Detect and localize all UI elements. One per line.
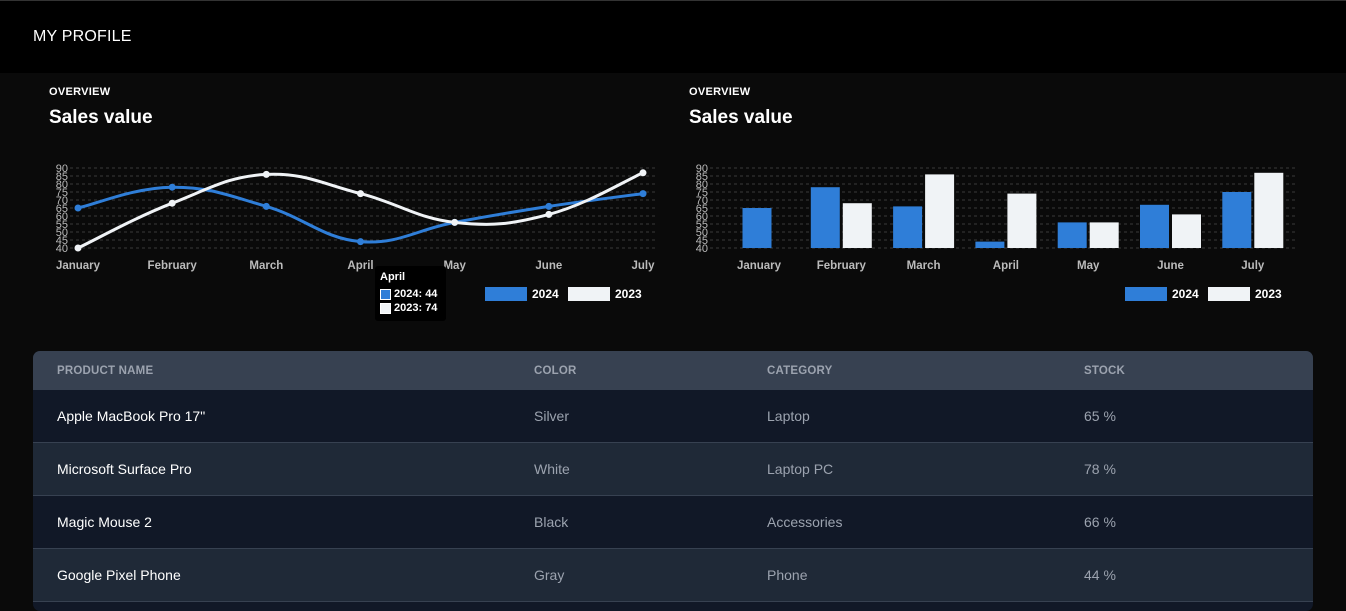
x-tick-label: May bbox=[1077, 260, 1100, 272]
bar-2024 bbox=[1057, 222, 1087, 248]
tooltip-value-2024: 2024: 44 bbox=[394, 288, 438, 300]
legend-label-2024: 2024 bbox=[532, 287, 559, 301]
x-tick-label: May bbox=[443, 260, 466, 272]
bar-2024 bbox=[742, 208, 772, 248]
x-tick-label: April bbox=[347, 260, 373, 272]
header-product-name: PRODUCT NAME bbox=[57, 364, 154, 377]
data-point-2024 bbox=[74, 204, 82, 212]
x-tick-label: March bbox=[907, 260, 941, 272]
cell-category: Laptop PC bbox=[767, 461, 834, 477]
tooltip-row-2023: 2023: 74 bbox=[380, 301, 441, 315]
cell-stock: 44 % bbox=[1084, 567, 1116, 583]
bar-2023 bbox=[925, 174, 955, 248]
legend-label-2023: 2023 bbox=[1255, 287, 1282, 301]
page-title: MY PROFILE bbox=[33, 28, 132, 45]
legend-label-2023: 2023 bbox=[615, 287, 642, 301]
header-category: CATEGORY bbox=[767, 364, 833, 377]
bar-chart-card: OVERVIEW Sales value 40 45 50 55 60 65 70 75 80 8… bbox=[640, 73, 1300, 323]
bar-2024 bbox=[810, 187, 840, 248]
bar-2023 bbox=[842, 203, 872, 248]
tooltip-value-2023: 2023: 74 bbox=[394, 302, 438, 314]
cell-category: Phone bbox=[767, 567, 808, 583]
legend-label-2024: 2024 bbox=[1172, 287, 1199, 301]
cell-product-name: Microsoft Surface Pro bbox=[57, 461, 192, 477]
cell-category: Laptop bbox=[767, 408, 810, 424]
cell-color: Silver bbox=[534, 408, 570, 424]
cell-product-name: Apple MacBook Pro 17" bbox=[57, 408, 206, 424]
data-point-2023 bbox=[168, 199, 176, 207]
table-row[interactable]: Magic Mouse 2 Black Accessories 66 % bbox=[33, 496, 1313, 549]
legend-swatch-2024 bbox=[1125, 287, 1167, 301]
bar-2024 bbox=[1222, 192, 1252, 248]
cell-stock: 66 % bbox=[1084, 514, 1116, 530]
x-tick-label: January bbox=[737, 260, 782, 272]
header-color: COLOR bbox=[534, 364, 577, 377]
bar-chart[interactable]: 4045505560657075808590January February Mar… bbox=[640, 73, 1300, 323]
table-header: PRODUCT NAME COLOR CATEGORY STOCK bbox=[33, 351, 1313, 390]
x-tick-label: June bbox=[1157, 260, 1184, 272]
bar-2023 bbox=[1089, 222, 1119, 248]
tooltip-swatch-2024 bbox=[380, 288, 391, 300]
cell-category: Accessories bbox=[767, 514, 843, 530]
header-stock: STOCK bbox=[1084, 364, 1126, 377]
cell-color: White bbox=[534, 461, 570, 477]
bar-2023 bbox=[1172, 214, 1201, 248]
data-point-2023 bbox=[357, 190, 364, 198]
cell-color: Black bbox=[534, 514, 569, 530]
x-tick-label: January bbox=[56, 260, 101, 272]
x-tick-label: March bbox=[249, 260, 283, 272]
x-tick-label: February bbox=[817, 260, 867, 272]
tooltip-title: April bbox=[380, 271, 406, 283]
table-row[interactable]: Apple MacBook Pro 17" Silver Laptop 65 % bbox=[33, 390, 1313, 443]
line-chart-card: OVERVIEW Sales value 40 45 50 55 60 65 70 75 80 8… bbox=[0, 73, 660, 323]
x-tick-label: April bbox=[993, 260, 1019, 272]
data-point-2024 bbox=[545, 202, 553, 210]
bar-2024 bbox=[1140, 204, 1169, 248]
table-row[interactable]: Google Pixel Phone Gray Phone 44 % bbox=[33, 549, 1313, 602]
cell-stock: 78 % bbox=[1084, 461, 1116, 477]
cell-product-name: Google Pixel Phone bbox=[57, 567, 181, 583]
data-point-2023 bbox=[545, 210, 553, 218]
cell-product-name: Magic Mouse 2 bbox=[57, 514, 152, 530]
data-point-2024 bbox=[262, 202, 270, 210]
bar-2023 bbox=[1254, 172, 1284, 248]
data-point-2023 bbox=[262, 170, 270, 178]
chart-tooltip: April 2024: 44 2023: 74 bbox=[375, 266, 446, 321]
cell-color: Gray bbox=[534, 567, 565, 583]
data-point-2024 bbox=[357, 238, 364, 246]
products-table: PRODUCT NAME COLOR CATEGORY STOCK Apple … bbox=[33, 351, 1313, 611]
line-chart[interactable]: 4045505560657075808590January February Mar… bbox=[0, 73, 660, 323]
data-point-2023 bbox=[451, 218, 459, 226]
data-point-2023 bbox=[74, 244, 82, 252]
tooltip-row-2024: 2024: 44 bbox=[380, 287, 441, 301]
legend-swatch-2023 bbox=[568, 287, 610, 301]
y-tick-label: 90 bbox=[696, 163, 708, 175]
table-row[interactable]: Microsoft Surface Pro White Laptop PC 78… bbox=[33, 443, 1313, 496]
x-tick-label: July bbox=[1241, 260, 1265, 272]
x-tick-label: February bbox=[148, 260, 198, 272]
bar-2023 bbox=[1007, 193, 1037, 248]
top-bar: MY PROFILE bbox=[0, 0, 1346, 73]
legend-swatch-2023 bbox=[1208, 287, 1250, 301]
y-tick-label: 90 bbox=[56, 163, 68, 175]
data-point-2024 bbox=[168, 183, 176, 191]
bar-2024 bbox=[893, 206, 923, 248]
legend-swatch-2024 bbox=[485, 287, 527, 301]
x-tick-label: June bbox=[535, 260, 562, 272]
tooltip-swatch-2023 bbox=[380, 302, 391, 314]
cell-stock: 65 % bbox=[1084, 408, 1116, 424]
bar-2024 bbox=[975, 241, 1005, 248]
